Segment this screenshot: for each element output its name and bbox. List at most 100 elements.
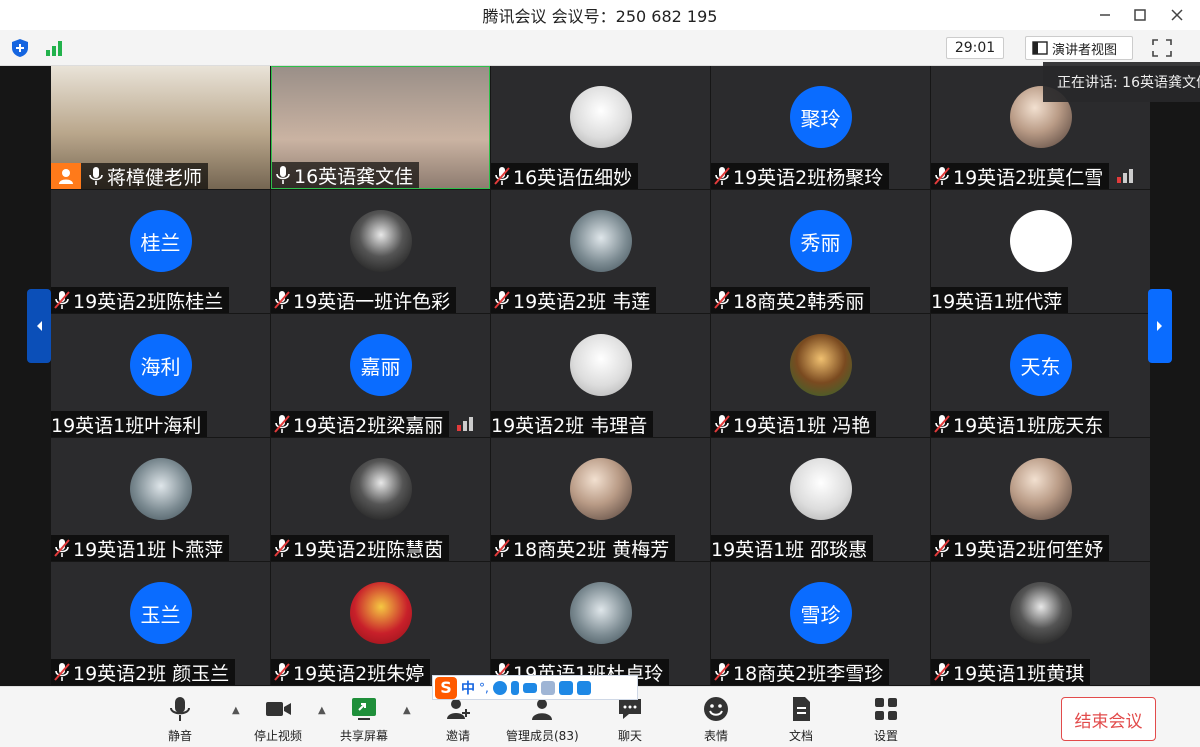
speaker-view-icon xyxy=(1032,41,1048,55)
participant-name: 19英语2班 韦理音 xyxy=(491,414,648,437)
ime-emoji-icon[interactable] xyxy=(492,680,507,695)
participant-tile[interactable]: 19英语2班 韦理音 xyxy=(491,314,710,437)
network-signal-icon[interactable] xyxy=(44,39,64,57)
docs-button[interactable]: 文档 xyxy=(787,695,815,744)
avatar xyxy=(569,210,632,272)
participant-tile[interactable]: 海利 19英语1班叶海利 xyxy=(51,314,270,437)
avatar xyxy=(129,458,192,520)
settings-grid-icon xyxy=(875,698,897,720)
window-title: 腾讯会议 会议号：250 682 195 xyxy=(482,7,718,26)
mic-on-icon xyxy=(276,166,290,184)
mute-label: 静音 xyxy=(167,729,192,743)
participant-tile[interactable]: 玉兰 19英语2班 颜玉兰 xyxy=(51,562,270,685)
participant-name: 16英语龚文佳 xyxy=(294,165,414,188)
participant-tile[interactable]: 19英语1班代萍 xyxy=(931,190,1150,313)
participant-tile[interactable]: 19英语1班杜卓玲 xyxy=(491,562,710,685)
participant-name: 16英语伍细妙 xyxy=(513,166,633,189)
mic-muted-icon xyxy=(494,539,510,557)
participant-name: 18商英2班李雪珍 xyxy=(733,662,884,685)
participant-name: 19英语1班卜燕萍 xyxy=(73,538,224,561)
ime-tools-icon[interactable] xyxy=(540,680,555,695)
participant-nameplate: 19英语1班卜燕萍 xyxy=(51,535,230,561)
ime-punct-toggle[interactable]: °, xyxy=(479,681,489,695)
participant-tile[interactable]: 19英语2班陈慧茵 xyxy=(271,438,490,561)
participant-tile[interactable]: 16英语龚文佳 xyxy=(271,66,490,189)
participant-nameplate: 18商英2班李雪珍 xyxy=(711,659,890,685)
participant-tile[interactable]: 雪珍 18商英2班李雪珍 xyxy=(711,562,930,685)
participant-tile[interactable]: 聚玲 19英语2班杨聚玲 xyxy=(711,66,930,189)
invite-button[interactable]: 邀请 xyxy=(444,695,472,744)
participant-tile[interactable]: 16英语伍细妙 xyxy=(491,66,710,189)
emoji-button[interactable]: 表情 xyxy=(702,695,730,744)
participant-tile[interactable]: 18商英2班 黄梅芳 xyxy=(491,438,710,561)
participant-tile[interactable]: 19英语1班 邵琰惠 xyxy=(711,438,930,561)
shield-icon[interactable] xyxy=(10,38,30,58)
participant-nameplate: 19英语2班 颜玉兰 xyxy=(51,659,236,685)
participant-name: 蒋樟健老师 xyxy=(107,166,203,189)
fullscreen-icon[interactable] xyxy=(1150,37,1174,59)
participant-nameplate: 19英语1班叶海利 xyxy=(51,411,208,437)
video-stage: 蒋樟健老师 16英语龚文佳 16英语伍细妙 聚玲 19英语2班杨聚玲 19英语2班莫仁雪桂… xyxy=(0,66,1200,686)
ime-toolbar[interactable]: S 中 °, xyxy=(432,675,638,700)
participant-tile[interactable]: 19英语2班何笙妤 xyxy=(931,438,1150,561)
next-page-button[interactable] xyxy=(1148,289,1172,363)
close-icon[interactable] xyxy=(1160,0,1194,30)
sogou-ime-logo-icon[interactable]: S xyxy=(435,676,457,699)
participant-nameplate: 19英语2班莫仁雪 xyxy=(931,163,1110,189)
initials-avatar: 聚玲 xyxy=(789,86,852,148)
participant-tile[interactable]: 19英语一班许色彩 xyxy=(271,190,490,313)
settings-label: 设置 xyxy=(873,729,898,743)
ime-menu-icon[interactable] xyxy=(576,680,591,695)
participant-name: 19英语2班陈桂兰 xyxy=(73,290,224,313)
participant-name: 19英语1班代萍 xyxy=(931,290,1063,313)
avatar xyxy=(569,458,632,520)
share-options-caret-icon[interactable]: ▲ xyxy=(403,705,413,716)
ime-keyboard-icon[interactable] xyxy=(522,682,537,693)
participant-nameplate: 19英语2班朱婷 xyxy=(271,659,431,685)
participant-tile[interactable]: 嘉丽 19英语2班梁嘉丽 xyxy=(271,314,490,437)
ime-skin-icon[interactable] xyxy=(558,680,573,695)
manage-members-button[interactable]: 管理成员(83) xyxy=(506,695,579,744)
video-options-caret-icon[interactable]: ▲ xyxy=(318,705,328,716)
chat-button[interactable]: 聊天 xyxy=(616,695,644,744)
prev-page-button[interactable] xyxy=(27,289,51,363)
participant-nameplate: 19英语一班许色彩 xyxy=(271,287,457,313)
participant-tile[interactable]: 19英语1班卜燕萍 xyxy=(51,438,270,561)
participant-tile[interactable]: 19英语1班黄琪 xyxy=(931,562,1150,685)
avatar xyxy=(349,582,412,644)
emoji-label: 表情 xyxy=(703,729,728,743)
participant-tile[interactable]: 19英语2班 韦莲 xyxy=(491,190,710,313)
mute-options-caret-icon[interactable]: ▲ xyxy=(232,705,242,716)
initials-avatar: 嘉丽 xyxy=(349,334,412,396)
participant-tile[interactable]: 19英语2班朱婷 xyxy=(271,562,490,685)
maximize-icon[interactable] xyxy=(1123,0,1157,30)
window-titlebar: 腾讯会议 会议号：250 682 195 xyxy=(0,0,1200,30)
mic-muted-icon xyxy=(714,167,730,185)
chevron-right-icon xyxy=(1157,321,1162,331)
settings-button[interactable]: 设置 xyxy=(872,695,900,744)
ime-voice-icon[interactable] xyxy=(510,680,519,695)
participant-nameplate: 19英语1班庞天东 xyxy=(931,411,1110,437)
participant-name: 19英语一班许色彩 xyxy=(293,290,451,313)
avatar xyxy=(789,334,852,396)
share-screen-button[interactable]: 共享屏幕 xyxy=(340,695,388,744)
mic-muted-icon xyxy=(274,539,290,557)
participant-tile[interactable]: 秀丽 18商英2韩秀丽 xyxy=(711,190,930,313)
mic-muted-icon xyxy=(494,167,510,185)
speaker-view-button[interactable]: 演讲者视图 xyxy=(1025,36,1133,60)
participant-name: 19英语2班 颜玉兰 xyxy=(73,662,230,685)
mute-button[interactable]: 静音 xyxy=(166,695,194,744)
minimize-icon[interactable] xyxy=(1088,0,1122,30)
stop-video-button[interactable]: 停止视频 xyxy=(254,695,302,744)
participant-tile[interactable]: 19英语1班 冯艳 xyxy=(711,314,930,437)
participant-name: 18商英2韩秀丽 xyxy=(733,290,865,313)
avatar xyxy=(1009,582,1072,644)
ime-mode-toggle[interactable]: 中 xyxy=(461,678,475,698)
share-screen-icon xyxy=(352,698,376,720)
initials-avatar: 天东 xyxy=(1009,334,1072,396)
end-meeting-button[interactable]: 结束会议 xyxy=(1061,697,1156,741)
participant-tile[interactable]: 天东 19英语1班庞天东 xyxy=(931,314,1150,437)
mic-muted-icon xyxy=(934,167,950,185)
participant-tile[interactable]: 蒋樟健老师 xyxy=(51,66,270,189)
participant-tile[interactable]: 桂兰 19英语2班陈桂兰 xyxy=(51,190,270,313)
